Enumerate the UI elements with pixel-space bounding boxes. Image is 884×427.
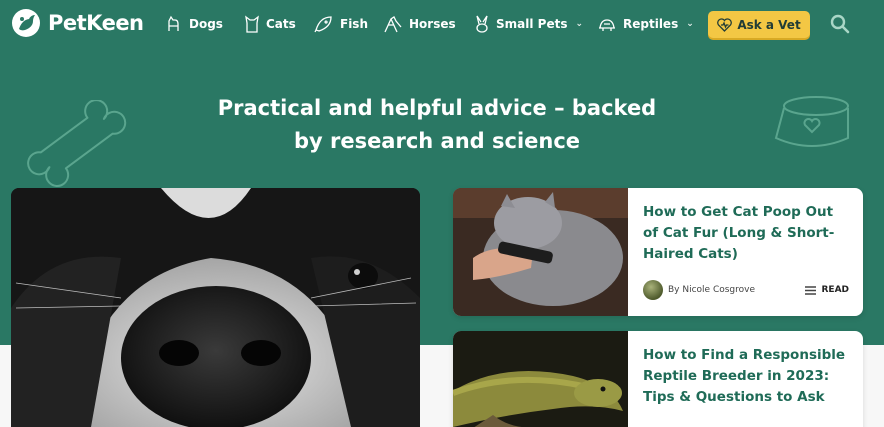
nav-item-cats[interactable]: Cats	[244, 13, 296, 35]
read-link[interactable]: READ	[805, 285, 849, 295]
read-label: READ	[821, 285, 849, 295]
nav-item-label: Fish	[340, 17, 368, 31]
rabbit-icon	[476, 15, 488, 33]
heart-icon	[717, 17, 733, 32]
article-thumbnail[interactable]	[453, 331, 628, 427]
nav-item-fish[interactable]: Fish	[314, 13, 368, 35]
nav-item-dogs[interactable]: Dogs	[165, 13, 223, 35]
nav-item-label: Small Pets	[496, 17, 568, 31]
ask-a-vet-button[interactable]: Ask a Vet	[708, 11, 810, 38]
paw-logo-icon	[12, 9, 40, 37]
cat-icon	[245, 15, 259, 33]
bone-decoration-icon	[27, 100, 127, 187]
ask-a-vet-label: Ask a Vet	[737, 17, 801, 32]
article-card-body: How to Get Cat Poop Out of Cat Fur (Long…	[628, 188, 863, 316]
cat-grooming-photo	[453, 188, 628, 316]
headline-line-1: Practical and helpful advice – backed	[217, 96, 657, 120]
chevron-down-icon: ⌄	[686, 19, 694, 29]
article-meta: By Nicole Cosgrove READ	[643, 280, 849, 300]
search-icon[interactable]	[830, 14, 850, 34]
bowl-decoration-icon	[774, 96, 849, 147]
hero-headline: Practical and helpful advice – backed by…	[170, 92, 704, 158]
menu-lines-icon	[805, 285, 817, 295]
horse-icon	[384, 16, 402, 33]
nav-item-horses[interactable]: Horses	[383, 13, 456, 35]
nav-item-small-pets[interactable]: Small Pets ⌄	[474, 13, 583, 35]
turtle-icon	[599, 19, 615, 31]
avatar	[643, 280, 663, 300]
brand-name: PetKeen	[48, 11, 144, 35]
chevron-down-icon: ⌄	[575, 19, 584, 29]
dog-nose-photo	[11, 188, 420, 427]
lizard-photo	[453, 331, 628, 427]
dog-icon	[168, 15, 179, 31]
featured-article-image[interactable]	[11, 188, 420, 427]
article-title[interactable]: How to Find a Responsible Reptile Breede…	[643, 345, 849, 408]
nav-item-label: Dogs	[189, 17, 223, 31]
nav-item-reptiles[interactable]: Reptiles ⌄	[597, 13, 694, 35]
nav-item-label: Reptiles	[623, 17, 679, 31]
article-card[interactable]: How to Find a Responsible Reptile Breede…	[453, 331, 863, 427]
petkeen-logo[interactable]: PetKeen	[10, 7, 144, 39]
nav-item-label: Horses	[409, 17, 456, 31]
article-author[interactable]: By Nicole Cosgrove	[668, 285, 755, 295]
article-title[interactable]: How to Get Cat Poop Out of Cat Fur (Long…	[643, 202, 849, 265]
article-thumbnail[interactable]	[453, 188, 628, 316]
article-card-body: How to Find a Responsible Reptile Breede…	[628, 331, 863, 427]
fish-icon	[314, 16, 332, 33]
top-navigation: PetKeen Dogs Cats Fish Horses Small Pets…	[0, 0, 884, 48]
nav-item-label: Cats	[266, 17, 296, 31]
article-card[interactable]: How to Get Cat Poop Out of Cat Fur (Long…	[453, 188, 863, 316]
headline-line-2: by research and science	[293, 129, 581, 153]
